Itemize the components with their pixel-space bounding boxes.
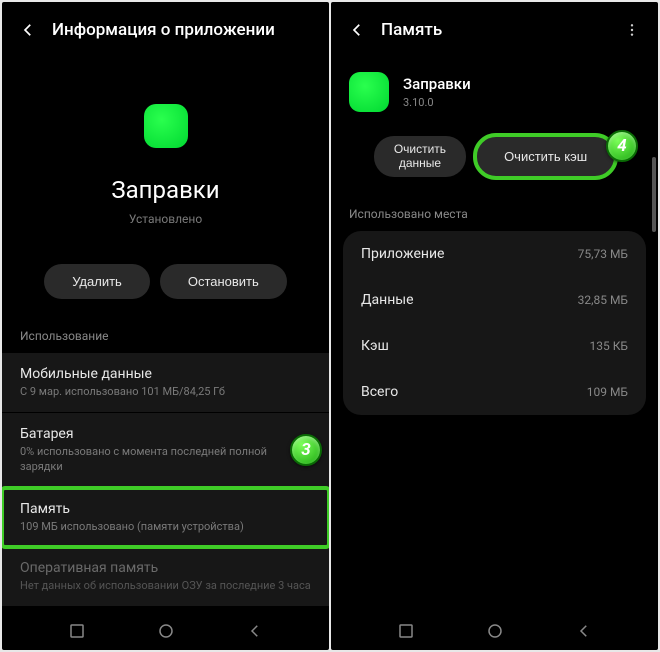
list-item-subtitle: С 9 мар. использовано 101 МБ/84,25 Гб [20,385,311,400]
storage-row-data: Данные 32,85 МБ [343,277,646,323]
app-version: 3.10.0 [403,96,471,109]
action-button-row: Удалить Остановить [2,246,329,321]
storage-row-cache: Кэш 135 КБ [343,323,646,369]
storage-value: 75,73 МБ [578,247,628,261]
section-label-usage: Использование [2,321,329,353]
app-install-status: Установлено [129,212,202,226]
list-item-subtitle: Нет данных об использовании ОЗУ за после… [20,579,311,594]
nav-home-icon[interactable] [155,620,177,642]
usage-list: Мобильные данные С 9 мар. использовано 1… [2,353,329,606]
system-nav-bar [2,610,329,650]
storage-value: 32,85 МБ [578,293,628,307]
storage-row-app: Приложение 75,73 МБ [343,231,646,277]
clear-cache-button[interactable]: Очистить кэш [476,136,615,177]
storage-key: Приложение [361,246,444,262]
app-summary-row: Заправки 3.10.0 [331,54,658,122]
page-title: Память [381,20,442,40]
page-title: Информация о приложении [52,20,275,40]
storage-breakdown-list: Приложение 75,73 МБ Данные 32,85 МБ Кэш … [343,231,646,415]
storage-key: Данные [361,292,414,308]
list-item-title: Оперативная память [20,560,311,576]
nav-recents-icon[interactable] [395,620,417,642]
storage-value: 109 МБ [587,385,628,399]
list-item-title: Батарея [20,426,311,442]
list-item-storage[interactable]: Память 109 МБ использовано (памяти устро… [2,488,329,548]
list-item-mobile-data[interactable]: Мобильные данные С 9 мар. использовано 1… [2,353,329,413]
app-hero: Заправки Установлено [2,54,329,246]
nav-back-icon[interactable] [573,620,595,642]
app-icon [349,72,389,112]
step-badge-4: 4 [606,130,638,162]
app-name: Заправки [111,176,219,204]
screen-app-info: Информация о приложении Заправки Установ… [2,2,329,650]
storage-key: Всего [361,384,398,400]
storage-row-total: Всего 109 МБ [343,369,646,415]
storage-key: Кэш [361,338,389,354]
app-name: Заправки [403,75,471,93]
scrollbar[interactable] [652,157,656,232]
header: Память [331,2,658,54]
list-item-title: Мобильные данные [20,366,311,382]
back-icon[interactable] [18,20,38,40]
list-item-title: Память [20,501,311,517]
list-item-subtitle: 0% использовано с момента последней полн… [20,445,311,475]
list-item-subtitle: 109 МБ использовано (памяти устройства) [20,520,311,535]
nav-home-icon[interactable] [484,620,506,642]
more-icon[interactable] [622,20,642,40]
nav-recents-icon[interactable] [66,620,88,642]
header: Информация о приложении [2,2,329,54]
clear-data-button[interactable]: Очистить данные [374,136,466,177]
force-stop-button[interactable]: Остановить [160,264,287,299]
system-nav-bar [331,610,658,650]
section-label-space: Использовано места [331,199,658,231]
clear-button-row: Очистить данные Очистить кэш [331,122,658,199]
list-item-ram[interactable]: Оперативная память Нет данных об использ… [2,547,329,606]
list-item-battery[interactable]: Батарея 0% использовано с момента послед… [2,413,329,488]
button-label: Очистить данные [394,142,446,171]
nav-back-icon[interactable] [244,620,266,642]
storage-value: 135 КБ [590,339,628,353]
uninstall-button[interactable]: Удалить [44,264,150,299]
app-icon [144,104,188,148]
step-badge-3: 3 [290,434,322,466]
back-icon[interactable] [347,20,367,40]
screen-storage: Память Заправки 3.10.0 Очистить данные О… [331,2,658,650]
